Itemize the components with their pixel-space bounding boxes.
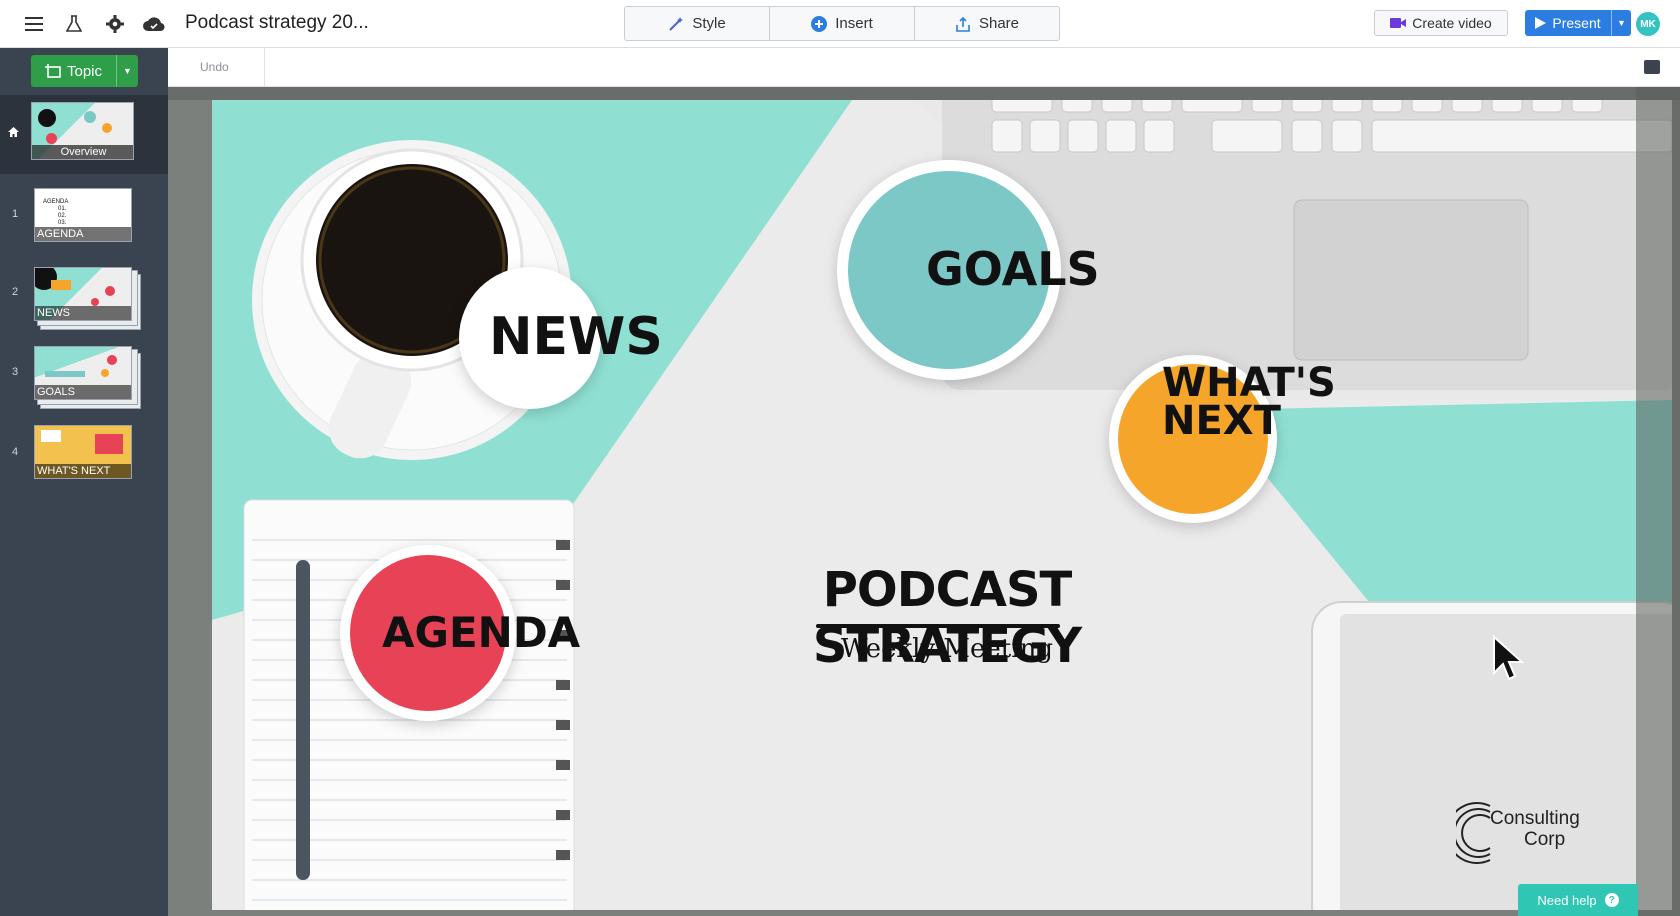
slide-thumbnail-whats-next[interactable]: WHAT'S NEXT: [34, 425, 132, 479]
presentation-canvas[interactable]: NEWS GOALS WHAT'S NEXT AGENDA PODCAST ST…: [168, 87, 1680, 916]
gear-icon[interactable]: [103, 12, 127, 36]
slide-sidebar: Topic ▼ Overview 1 AGENDA 01. 02. 03. AG…: [0, 48, 168, 916]
magic-wand-icon: [669, 16, 684, 31]
top-bar: Podcast strategy 20... Style Insert Shar…: [0, 0, 1680, 48]
goals-circle[interactable]: GOALS: [848, 171, 1100, 369]
thumb-block: [95, 434, 123, 454]
topic-label: Topic: [66, 62, 103, 80]
question-icon: ?: [1604, 893, 1619, 907]
thumb-block: [51, 280, 71, 290]
overview-label: Overview: [32, 145, 133, 159]
slide-label: AGENDA: [35, 227, 131, 241]
center-tab-group: Style Insert Share: [624, 6, 1060, 41]
overview-row[interactable]: Overview: [0, 96, 168, 174]
present-button[interactable]: Present ▼: [1525, 10, 1631, 36]
agenda-circle[interactable]: AGENDA: [350, 555, 580, 711]
share-label: Share: [978, 15, 1020, 32]
slide[interactable]: NEWS GOALS WHAT'S NEXT AGENDA PODCAST ST…: [212, 100, 1672, 910]
thumb-coffee: [38, 109, 56, 127]
logo-line2: Corp: [1524, 829, 1566, 850]
whats-next-label-line1: WHAT'S: [1162, 360, 1336, 406]
goals-label: GOALS: [926, 242, 1100, 297]
agenda-label: AGENDA: [382, 608, 581, 658]
slide-thumbnail-news[interactable]: NEWS: [34, 267, 132, 321]
logo-line1: Consulting: [1490, 808, 1580, 829]
thumb-dot: [84, 111, 96, 123]
hamburger-menu-icon[interactable]: [22, 12, 46, 36]
insert-button[interactable]: Insert: [770, 7, 915, 40]
plus-circle-icon: [811, 15, 828, 32]
slide-thumbnail-goals[interactable]: GOALS: [34, 346, 132, 400]
slide-number: 4: [12, 446, 19, 458]
topic-dropdown-icon[interactable]: ▼: [116, 55, 138, 87]
avatar[interactable]: MK: [1636, 12, 1660, 36]
whats-next-circle[interactable]: WHAT'S NEXT: [1118, 363, 1336, 514]
undo-button[interactable]: Undo: [200, 60, 229, 74]
topic-button[interactable]: Topic ▼: [31, 55, 138, 87]
toolbar-separator: [264, 48, 265, 87]
document-title[interactable]: Podcast strategy 20...: [185, 12, 369, 34]
thumb-dot: [107, 355, 117, 365]
thumb-dot: [91, 298, 99, 306]
need-help-button[interactable]: Need help ?: [1518, 884, 1638, 916]
slide-number: 1: [12, 208, 19, 220]
logo-text: Consulting Corp: [1490, 808, 1580, 850]
style-label: Style: [692, 15, 726, 32]
thumb-block: [45, 371, 85, 377]
slide-label: NEWS: [35, 306, 131, 320]
thumb-block: [41, 430, 61, 442]
cloud-saved-icon[interactable]: [140, 12, 168, 36]
overview-thumbnail[interactable]: Overview: [31, 102, 134, 160]
thumb-text: AGENDA 01. 02. 03.: [43, 199, 69, 226]
news-circle[interactable]: NEWS: [465, 273, 663, 403]
create-video-button[interactable]: Create video: [1374, 10, 1508, 36]
video-camera-icon: [1390, 18, 1407, 28]
create-video-label: Create video: [1412, 15, 1492, 31]
flask-icon[interactable]: [62, 12, 86, 36]
topic-main[interactable]: Topic: [31, 63, 116, 80]
edit-toolbar: Undo: [168, 48, 1680, 87]
slide-thumbnail-agenda[interactable]: AGENDA 01. 02. 03. AGENDA: [34, 188, 132, 242]
play-icon: [1535, 17, 1547, 29]
thumb-dot: [105, 286, 115, 296]
slide-label: WHAT'S NEXT: [35, 464, 131, 478]
comment-icon[interactable]: [1644, 60, 1660, 74]
slide-number: 2: [12, 286, 19, 298]
present-label: Present: [1552, 15, 1601, 31]
present-dropdown-icon[interactable]: ▼: [1611, 10, 1631, 36]
thumb-dot: [102, 123, 112, 133]
present-main[interactable]: Present: [1525, 15, 1611, 31]
canvas-dim-right: [1636, 87, 1680, 916]
slide-number: 3: [12, 366, 19, 378]
slide-label: GOALS: [35, 385, 131, 399]
share-button[interactable]: Share: [915, 7, 1059, 40]
mouse-cursor-icon: [1493, 635, 1524, 681]
share-upload-icon: [956, 16, 970, 32]
style-button[interactable]: Style: [625, 7, 770, 40]
thumb-dot: [101, 369, 109, 377]
whats-next-label-line2: NEXT: [1162, 398, 1281, 444]
news-label: NEWS: [489, 307, 663, 368]
thumb-dot: [46, 133, 57, 144]
insert-label: Insert: [835, 15, 873, 32]
canvas-dim-top: [168, 87, 1680, 100]
slide-subtitle[interactable]: Weekly Meeting: [752, 634, 1142, 664]
title-underline: [816, 624, 1060, 628]
topic-frame-icon: [44, 64, 61, 78]
home-icon: [8, 126, 19, 140]
need-help-label: Need help: [1537, 892, 1597, 908]
